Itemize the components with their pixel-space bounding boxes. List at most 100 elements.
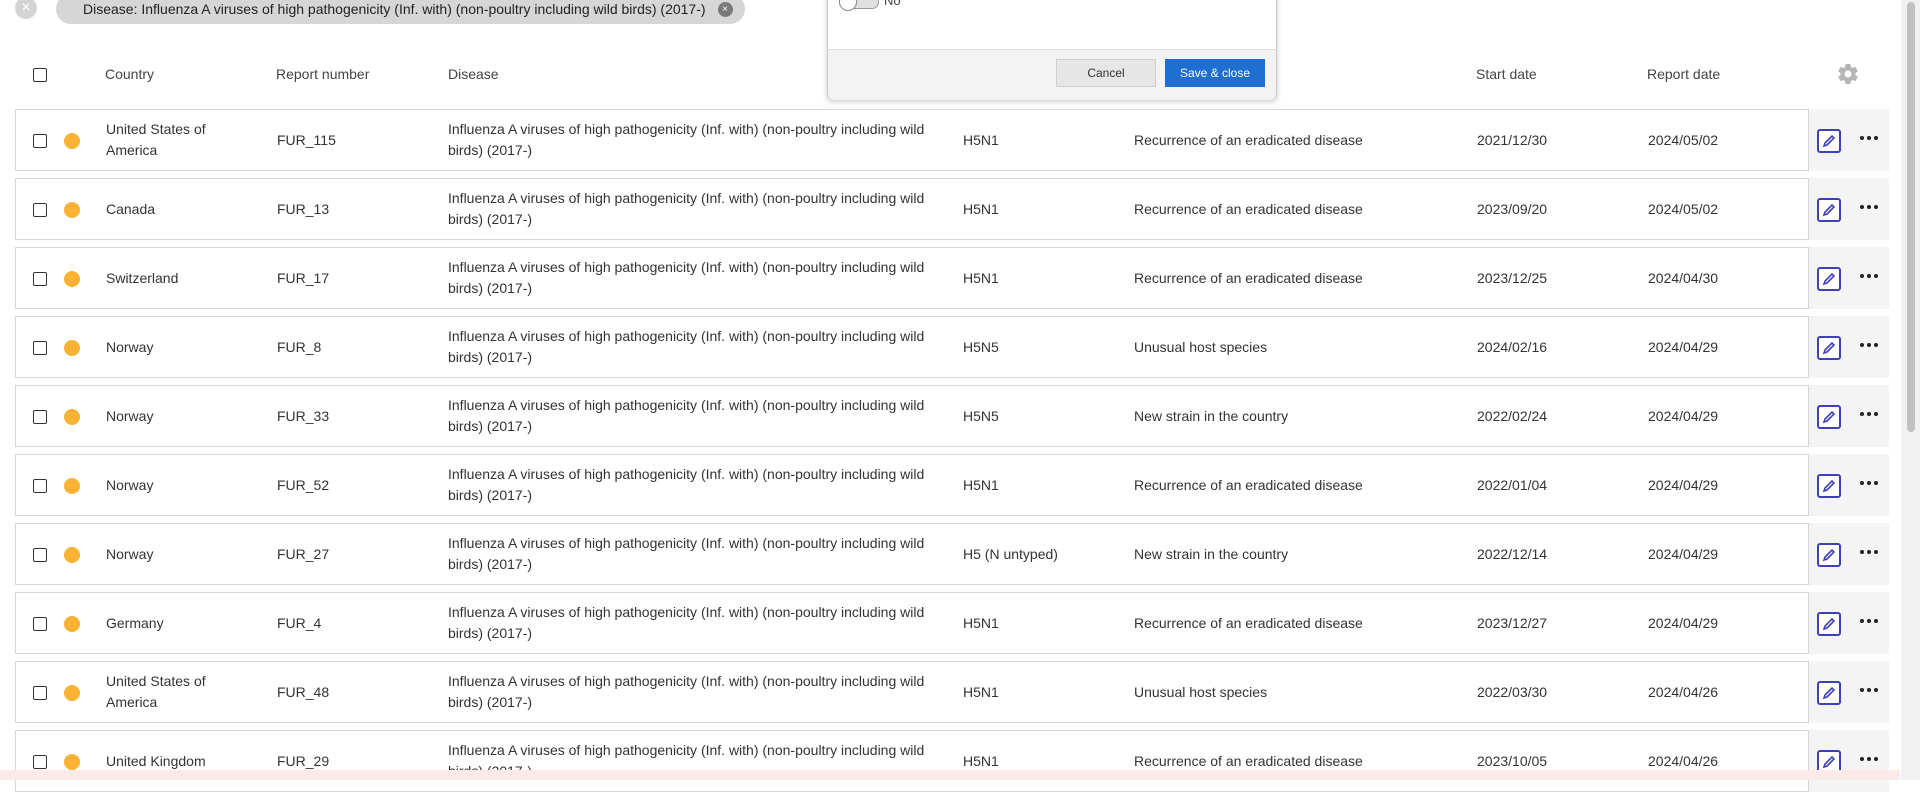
cell-start-date: 2022/01/04 <box>1477 477 1548 493</box>
select-all-checkbox[interactable] <box>33 68 47 82</box>
cell-disease: Influenza A viruses of high pathogenicit… <box>448 604 925 641</box>
table-row[interactable]: Switzerland FUR_17 Influenza A viruses o… <box>0 247 1900 311</box>
toggle-switch[interactable] <box>839 0 879 11</box>
more-options-icon[interactable] <box>1858 611 1884 635</box>
edit-icon[interactable] <box>1817 543 1841 567</box>
clear-filters-icon[interactable]: × <box>15 0 37 19</box>
cell-report-date: 2024/05/02 <box>1648 132 1719 148</box>
cell-start-date: 2023/09/20 <box>1477 201 1548 217</box>
more-options-icon[interactable] <box>1858 335 1884 359</box>
table-row[interactable]: Canada FUR_13 Influenza A viruses of hig… <box>0 178 1900 242</box>
cell-disease: Influenza A viruses of high pathogenicit… <box>448 121 925 158</box>
cell-subtype: H5N1 <box>963 753 999 769</box>
cell-subtype: H5N5 <box>963 408 999 424</box>
edit-icon[interactable] <box>1817 612 1841 636</box>
row-checkbox[interactable] <box>33 548 47 562</box>
cell-country: Germany <box>106 615 164 631</box>
cell-reason: Recurrence of an eradicated disease <box>1134 201 1363 217</box>
row-checkbox[interactable] <box>33 410 47 424</box>
cell-reason: Recurrence of an eradicated disease <box>1134 132 1363 148</box>
more-options-icon[interactable] <box>1858 266 1884 290</box>
remove-filter-icon[interactable]: × <box>717 1 733 17</box>
dialog-footer: Cancel Save & close <box>828 49 1276 100</box>
cell-reason: Recurrence of an eradicated disease <box>1134 615 1363 631</box>
table-row[interactable]: Norway FUR_8 Influenza A viruses of high… <box>0 316 1900 380</box>
column-settings-dialog: No Cancel Save & close <box>827 0 1277 100</box>
status-dot <box>64 478 80 494</box>
cell-report-date: 2024/04/26 <box>1648 684 1719 700</box>
more-options-icon[interactable] <box>1858 680 1884 704</box>
row-checkbox[interactable] <box>33 755 47 769</box>
more-options-icon[interactable] <box>1858 542 1884 566</box>
cell-report-number: FUR_48 <box>277 684 330 700</box>
row-checkbox[interactable] <box>33 203 47 217</box>
cell-reason: Recurrence of an eradicated disease <box>1134 477 1363 493</box>
more-options-icon[interactable] <box>1858 404 1884 428</box>
header-report-date[interactable]: Report date <box>1647 66 1720 82</box>
cell-subtype: H5N1 <box>963 132 999 148</box>
save-close-button[interactable]: Save & close <box>1165 59 1265 87</box>
header-start-date[interactable]: Start date <box>1476 66 1537 82</box>
edit-icon[interactable] <box>1817 267 1841 291</box>
cell-country: Canada <box>106 201 156 217</box>
row-checkbox[interactable] <box>33 686 47 700</box>
more-options-icon[interactable] <box>1858 473 1884 497</box>
cell-start-date: 2024/02/16 <box>1477 339 1548 355</box>
cell-reason: Unusual host species <box>1134 339 1268 355</box>
cell-report-date: 2024/04/29 <box>1648 408 1719 424</box>
vertical-scrollbar[interactable] <box>1901 0 1920 780</box>
edit-icon[interactable] <box>1817 198 1841 222</box>
cell-report-number: FUR_115 <box>277 132 336 148</box>
cell-country: United States of America <box>106 121 206 158</box>
cancel-button[interactable]: Cancel <box>1056 59 1156 87</box>
cell-country: Norway <box>106 477 154 493</box>
table-row[interactable]: Norway FUR_33 Influenza A viruses of hig… <box>0 385 1900 449</box>
toggle-knob <box>839 0 857 11</box>
table-row[interactable]: Norway FUR_52 Influenza A viruses of hig… <box>0 454 1900 518</box>
cell-disease: Influenza A viruses of high pathogenicit… <box>448 397 925 434</box>
row-checkbox[interactable] <box>33 134 47 148</box>
active-filter-chip: Disease: Influenza A viruses of high pat… <box>56 0 745 24</box>
gear-icon[interactable] <box>1836 62 1860 86</box>
cell-start-date: 2023/12/25 <box>1477 270 1548 286</box>
cell-disease: Influenza A viruses of high pathogenicit… <box>448 259 925 296</box>
edit-icon[interactable] <box>1817 336 1841 360</box>
row-checkbox[interactable] <box>33 479 47 493</box>
cell-disease: Influenza A viruses of high pathogenicit… <box>448 535 925 572</box>
row-checkbox[interactable] <box>33 341 47 355</box>
cell-reason: New strain in the country <box>1134 546 1289 562</box>
table-row[interactable]: United States of America FUR_115 Influen… <box>0 109 1900 173</box>
table-row[interactable]: United Kingdom FUR_29 Influenza A viruse… <box>0 730 1900 794</box>
status-dot <box>64 547 80 563</box>
cell-report-number: FUR_33 <box>277 408 330 424</box>
header-country[interactable]: Country <box>105 66 154 82</box>
table-row[interactable]: United States of America FUR_48 Influenz… <box>0 661 1900 725</box>
scrollbar-thumb[interactable] <box>1907 2 1915 432</box>
status-dot <box>64 616 80 632</box>
edit-icon[interactable] <box>1817 129 1841 153</box>
cell-report-date: 2024/04/30 <box>1648 270 1719 286</box>
status-dot <box>64 685 80 701</box>
table-row[interactable]: Norway FUR_27 Influenza A viruses of hig… <box>0 523 1900 587</box>
cell-reason: Recurrence of an eradicated disease <box>1134 753 1363 769</box>
cell-report-number: FUR_8 <box>277 339 322 355</box>
cell-subtype: H5N1 <box>963 477 999 493</box>
cell-country: Norway <box>106 546 154 562</box>
cell-start-date: 2023/12/27 <box>1477 615 1548 631</box>
edit-icon[interactable] <box>1817 405 1841 429</box>
row-checkbox[interactable] <box>33 272 47 286</box>
edit-icon[interactable] <box>1817 681 1841 705</box>
header-report-number[interactable]: Report number <box>276 66 369 82</box>
more-options-icon[interactable] <box>1858 128 1884 152</box>
header-disease[interactable]: Disease <box>448 66 499 82</box>
table-row[interactable]: Germany FUR_4 Influenza A viruses of hig… <box>0 592 1900 656</box>
cell-report-number: FUR_27 <box>277 546 330 562</box>
status-dot <box>64 409 80 425</box>
row-checkbox[interactable] <box>33 617 47 631</box>
more-options-icon[interactable] <box>1858 197 1884 221</box>
cell-report-number: FUR_4 <box>277 615 322 631</box>
status-dot <box>64 133 80 149</box>
toggle-label: No <box>884 0 901 8</box>
cell-start-date: 2022/02/24 <box>1477 408 1548 424</box>
edit-icon[interactable] <box>1817 474 1841 498</box>
